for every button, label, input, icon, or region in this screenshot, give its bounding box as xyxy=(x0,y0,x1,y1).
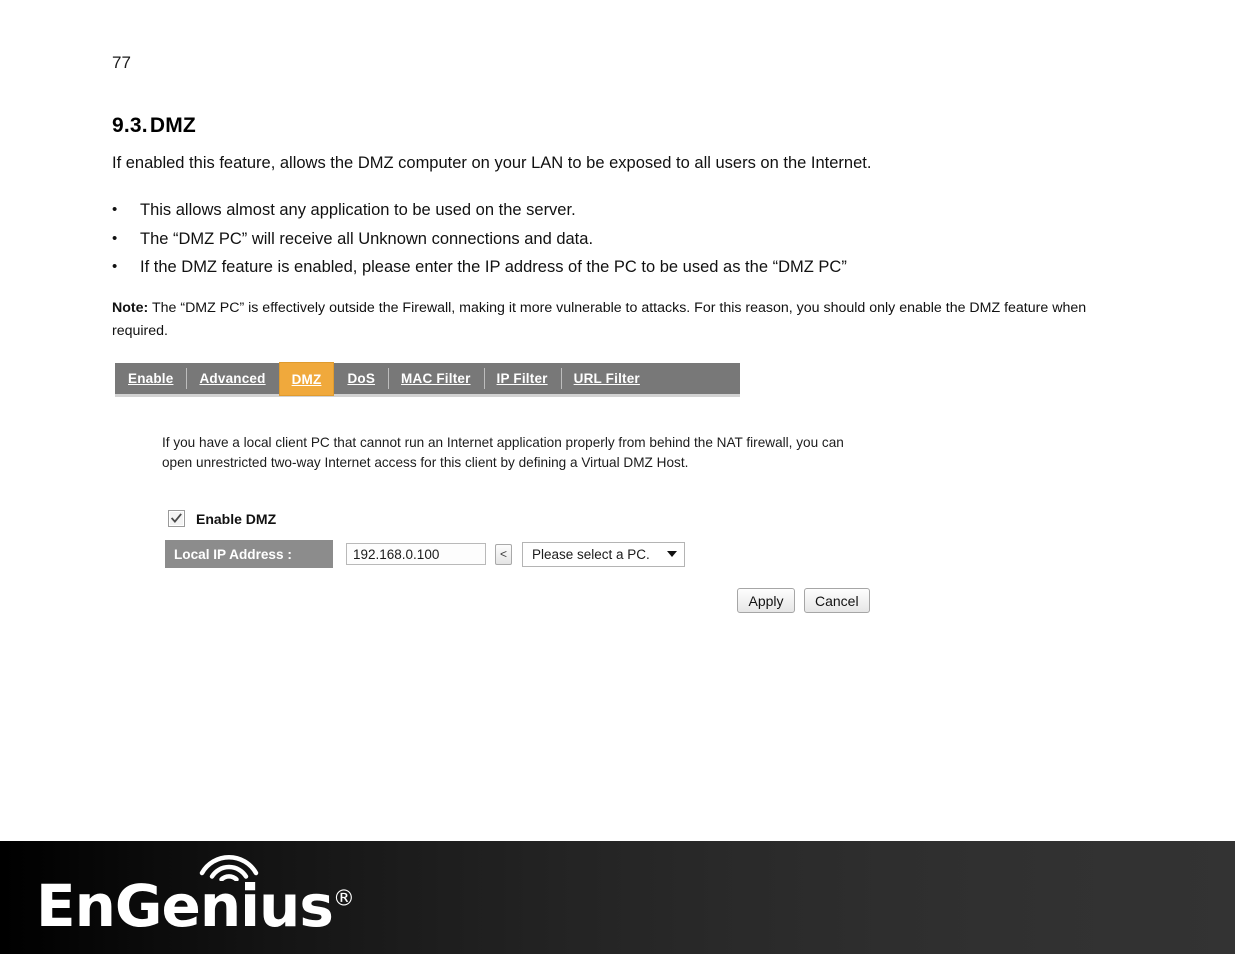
local-ip-input[interactable]: 192.168.0.100 xyxy=(346,543,486,565)
tab-dmz[interactable]: DMZ xyxy=(278,362,335,396)
bullet-marker-icon: • xyxy=(112,229,118,247)
cancel-button[interactable]: Cancel xyxy=(804,588,870,613)
apply-button[interactable]: Apply xyxy=(737,588,795,613)
engenius-logo-text: EnGenius® xyxy=(36,855,355,935)
registered-trademark-icon: ® xyxy=(332,886,355,912)
section-heading-number: 9.3. xyxy=(112,114,148,137)
list-item-text: If the DMZ feature is enabled, please en… xyxy=(140,258,847,276)
note-paragraph: Note: The “DMZ PC” is effectively outsid… xyxy=(112,297,1092,343)
router-tab-bar: Enable Advanced DMZ DoS MAC Filter IP Fi… xyxy=(115,362,740,397)
tab-advanced[interactable]: Advanced xyxy=(186,363,278,394)
router-ui-screenshot: Enable Advanced DMZ DoS MAC Filter IP Fi… xyxy=(112,360,912,630)
pc-select-value: Please select a PC. xyxy=(532,546,650,562)
tab-ip-filter[interactable]: IP Filter xyxy=(483,363,561,394)
tab-url-filter[interactable]: URL Filter xyxy=(560,363,653,394)
enable-dmz-row[interactable]: Enable DMZ xyxy=(168,510,276,527)
list-item: • If the DMZ feature is enabled, please … xyxy=(112,253,1112,282)
tab-enable[interactable]: Enable xyxy=(115,363,186,394)
section-heading-title: DMZ xyxy=(149,114,196,137)
panel-description: If you have a local client PC that canno… xyxy=(162,435,844,470)
bullet-marker-icon: • xyxy=(112,201,118,218)
document-page: 77 9.3.DMZ If enabled this feature, allo… xyxy=(0,0,1235,841)
copy-selected-pc-button[interactable]: < xyxy=(495,543,512,565)
check-icon xyxy=(170,513,182,523)
note-text: The “DMZ PC” is effectively outside the … xyxy=(112,300,1087,339)
section-heading: 9.3.DMZ xyxy=(112,114,196,138)
bullet-marker-icon: • xyxy=(112,258,118,275)
list-item-text: The “DMZ PC” will receive all Unknown co… xyxy=(140,229,594,248)
brand-name: EnGenius xyxy=(36,872,334,940)
form-button-row: Apply Cancel xyxy=(737,588,870,613)
enable-dmz-checkbox[interactable] xyxy=(168,510,185,527)
local-ip-label: Local IP Address : xyxy=(165,540,333,568)
list-item: • This allows almost any application to … xyxy=(112,196,1112,225)
list-item: • The “DMZ PC” will receive all Unknown … xyxy=(112,225,1112,254)
wifi-signal-icon xyxy=(199,855,259,881)
engenius-logo: EnGenius® xyxy=(36,855,355,935)
local-ip-row: Local IP Address : 192.168.0.100 < Pleas… xyxy=(165,540,685,568)
enable-dmz-label: Enable DMZ xyxy=(196,510,277,527)
intro-paragraph: If enabled this feature, allows the DMZ … xyxy=(112,154,872,172)
list-item-text: This allows almost any application to be… xyxy=(140,201,576,219)
pc-select-dropdown[interactable]: Please select a PC. xyxy=(522,541,685,567)
note-label: Note: xyxy=(112,300,149,316)
bullet-list: • This allows almost any application to … xyxy=(112,196,1112,282)
tab-dos[interactable]: DoS xyxy=(334,363,388,394)
chevron-down-icon xyxy=(667,551,677,557)
page-footer: EnGenius® xyxy=(0,841,1235,954)
tab-mac-filter[interactable]: MAC Filter xyxy=(388,363,484,394)
page-number: 77 xyxy=(112,53,131,72)
